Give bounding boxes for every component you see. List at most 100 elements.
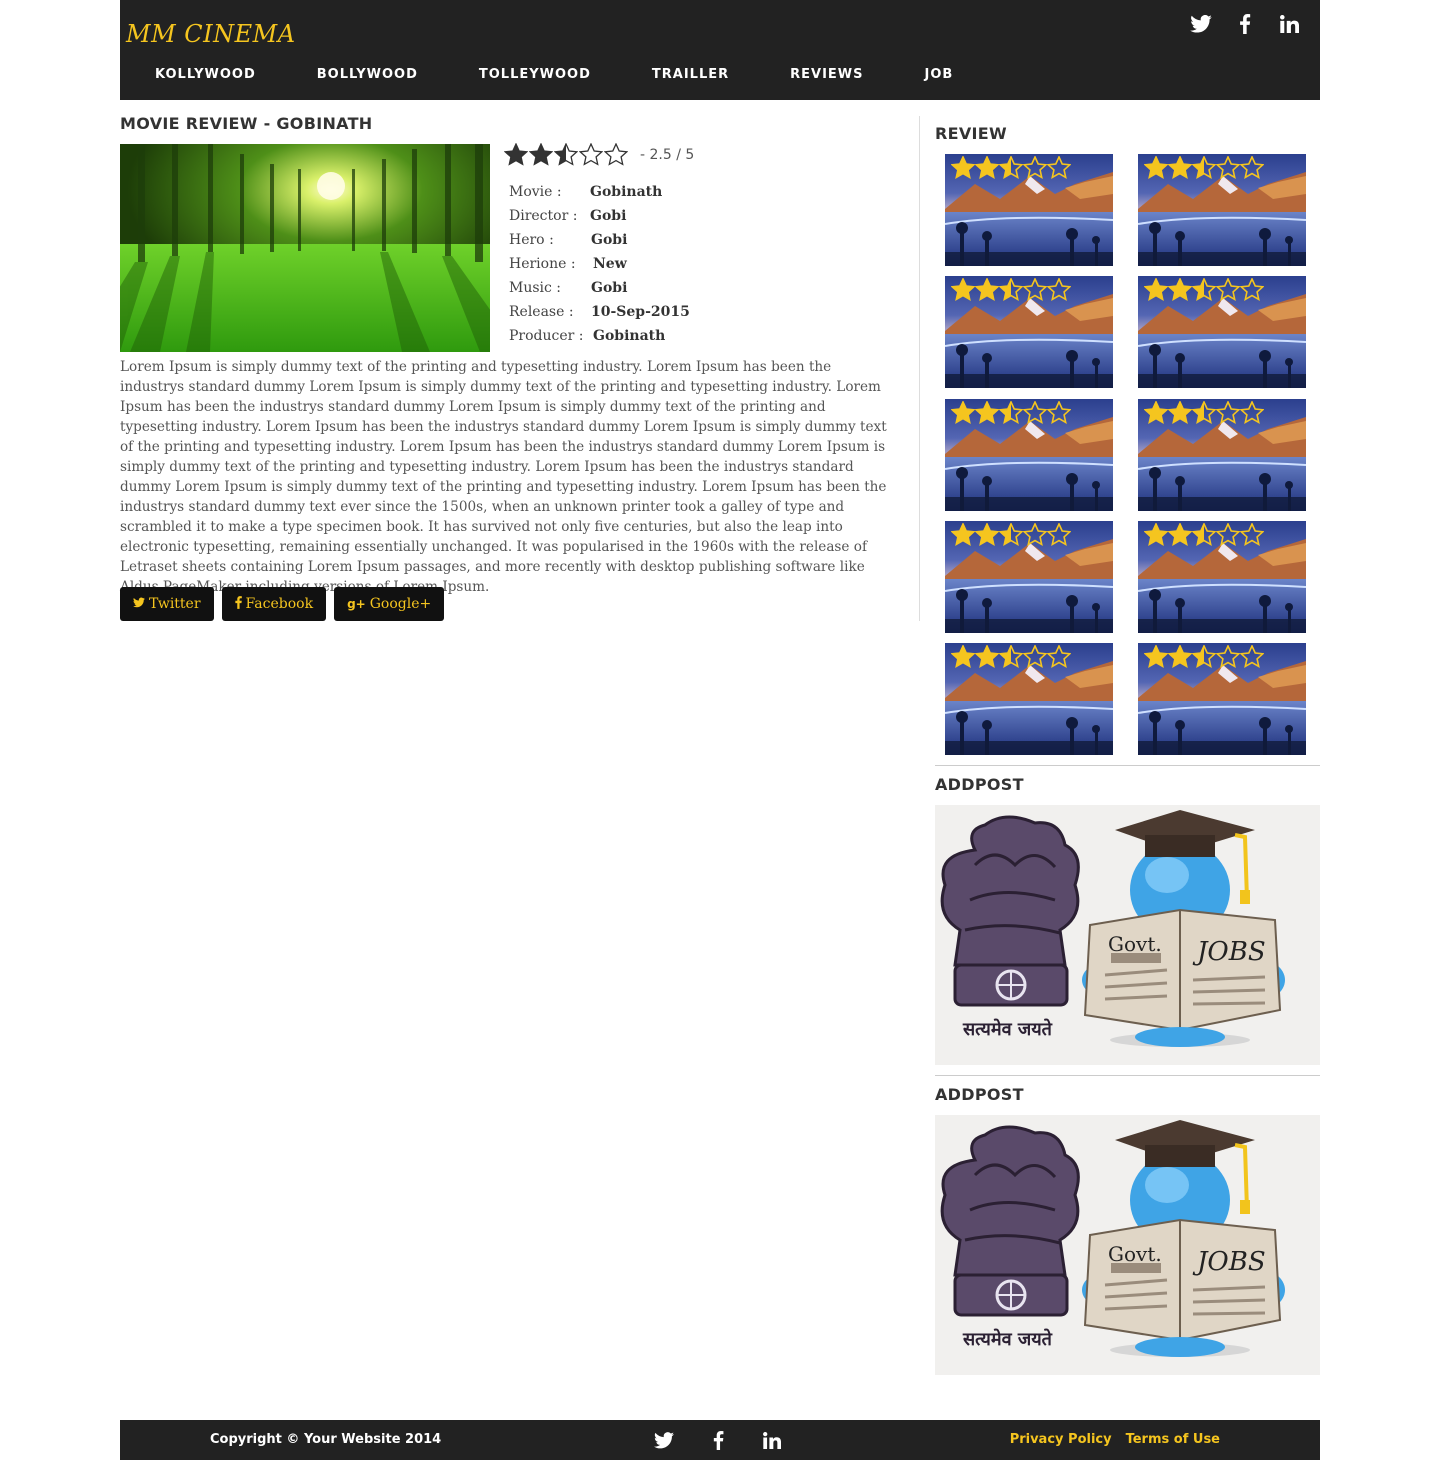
terms-of-use-link[interactable]: Terms of Use: [1126, 1432, 1220, 1447]
star-full-icon: [975, 401, 999, 424]
star-half-icon: [1192, 523, 1216, 546]
svg-text:JOBS: JOBS: [1192, 937, 1266, 967]
star-empty-icon: [1047, 156, 1071, 179]
star-half-icon: [554, 143, 578, 166]
nav-item-job[interactable]: JOB: [925, 67, 954, 82]
detail-row-producer: Producer : Gobinath: [509, 324, 690, 348]
star-empty-icon: [1023, 156, 1047, 179]
sidebar-divider: [935, 1075, 1320, 1076]
star-half-icon: [999, 401, 1023, 424]
share-buttons: Twitter Facebook g+ Google+: [120, 587, 445, 621]
detail-row-release: Release : 10-Sep-2015: [509, 300, 690, 324]
detail-label: Release :: [509, 304, 574, 320]
twitter-icon[interactable]: [652, 1429, 676, 1451]
nav-item-reviews[interactable]: REVIEWS: [790, 67, 863, 82]
star-full-icon: [529, 143, 553, 166]
main-nav: KOLLYWOOD BOLLYWOOD TOLLEYWOOD TRAILLER …: [155, 67, 953, 82]
review-thumbnail[interactable]: [1138, 399, 1306, 511]
movie-details: Movie : Gobinath Director : Gobi Hero : Gob…: [509, 180, 690, 348]
govt-jobs-ad-image: सत्यमेव जयते Govt. JOBS: [940, 810, 1285, 1047]
star-half-icon: [999, 645, 1023, 668]
linkedin-icon[interactable]: [760, 1429, 784, 1451]
ad-banner[interactable]: सत्यमेव जयते Govt. JOBS: [935, 805, 1320, 1065]
review-thumbnail[interactable]: [1138, 643, 1306, 755]
movie-rating: - 2.5 / 5: [504, 143, 694, 166]
twitter-icon: [133, 596, 145, 612]
svg-text:सत्यमेव जयते: सत्यमेव जयते: [962, 1328, 1053, 1350]
star-full-icon: [975, 523, 999, 546]
linkedin-icon[interactable]: [1278, 12, 1300, 36]
emblem-icon: सत्यमेव जयते: [940, 1125, 1080, 1350]
star-full-icon: [975, 645, 999, 668]
page-title: MOVIE REVIEW - GOBINATH: [120, 114, 373, 133]
thumbnail-rating-stars: [951, 401, 1071, 424]
thumbnail-rating-stars: [1144, 645, 1264, 668]
review-thumbnail[interactable]: [945, 521, 1113, 633]
detail-row-hero: Hero : Gobi: [509, 228, 690, 252]
star-full-icon: [1168, 523, 1192, 546]
nav-item-tolleywood[interactable]: TOLLEYWOOD: [479, 67, 591, 82]
detail-value: Gobinath: [590, 184, 663, 200]
star-full-icon: [1168, 401, 1192, 424]
review-thumbnail[interactable]: [1138, 154, 1306, 266]
footer-social-links: [652, 1429, 784, 1451]
nav-item-bollywood[interactable]: BOLLYWOOD: [317, 67, 418, 82]
star-full-icon: [951, 523, 975, 546]
google-plus-share-button[interactable]: g+ Google+: [334, 587, 445, 621]
thumbnail-rating-stars: [1144, 156, 1264, 179]
star-empty-icon: [1216, 645, 1240, 668]
star-full-icon: [1168, 645, 1192, 668]
star-half-icon: [999, 523, 1023, 546]
svg-text:Govt.: Govt.: [1108, 1242, 1162, 1266]
svg-text:JOBS: JOBS: [1192, 1247, 1266, 1277]
star-half-icon: [999, 156, 1023, 179]
detail-value: Gobinath: [593, 328, 666, 344]
nav-item-trailler[interactable]: TRAILLER: [652, 67, 729, 82]
star-empty-icon: [1047, 278, 1071, 301]
privacy-policy-link[interactable]: Privacy Policy: [1010, 1432, 1112, 1447]
facebook-icon[interactable]: [1234, 12, 1256, 36]
detail-value: Gobi: [591, 280, 628, 296]
star-empty-icon: [1023, 645, 1047, 668]
site-logo[interactable]: MM CINEMA: [126, 20, 296, 48]
review-thumbnail[interactable]: [1138, 521, 1306, 633]
star-full-icon: [975, 278, 999, 301]
review-thumbnail[interactable]: [945, 154, 1113, 266]
star-half-icon: [1192, 645, 1216, 668]
star-empty-icon: [1240, 645, 1264, 668]
star-full-icon: [1144, 156, 1168, 179]
star-empty-icon: [1240, 278, 1264, 301]
thumbnail-rating-stars: [1144, 523, 1264, 546]
thumbnail-rating-stars: [951, 645, 1071, 668]
google-plus-icon: g+: [347, 597, 366, 611]
review-thumbnail[interactable]: [945, 643, 1113, 755]
detail-row-music: Music : Gobi: [509, 276, 690, 300]
twitter-share-button[interactable]: Twitter: [120, 587, 214, 621]
review-thumbnail[interactable]: [945, 276, 1113, 388]
detail-label: Hero :: [509, 232, 554, 248]
thumbnail-rating-stars: [1144, 278, 1264, 301]
star-full-icon: [975, 156, 999, 179]
facebook-icon[interactable]: [706, 1429, 730, 1451]
detail-label: Director :: [509, 208, 578, 224]
facebook-share-button[interactable]: Facebook: [221, 587, 327, 621]
nav-item-kollywood[interactable]: KOLLYWOOD: [155, 67, 256, 82]
detail-row-movie: Movie : Gobinath: [509, 180, 690, 204]
star-empty-icon: [1240, 401, 1264, 424]
star-empty-icon: [579, 143, 603, 166]
review-thumbnail[interactable]: [1138, 276, 1306, 388]
star-empty-icon: [1023, 523, 1047, 546]
review-thumbnail[interactable]: [945, 399, 1113, 511]
detail-label: Movie :: [509, 184, 562, 200]
sidebar-review-heading: REVIEW: [935, 124, 1007, 143]
star-full-icon: [951, 401, 975, 424]
ad-banner[interactable]: सत्यमेव जयते Govt. JOBS: [935, 1115, 1320, 1375]
govt-jobs-ad-image: सत्यमेव जयते Govt. JOBS: [940, 1120, 1285, 1357]
detail-row-heroine: Herione : New: [509, 252, 690, 276]
star-empty-icon: [604, 143, 628, 166]
graduate-reader-icon: Govt. JOBS: [1082, 1120, 1285, 1357]
detail-label: Producer :: [509, 328, 584, 344]
star-empty-icon: [1047, 645, 1071, 668]
twitter-icon[interactable]: [1190, 12, 1212, 36]
share-label: Google+: [369, 596, 432, 612]
